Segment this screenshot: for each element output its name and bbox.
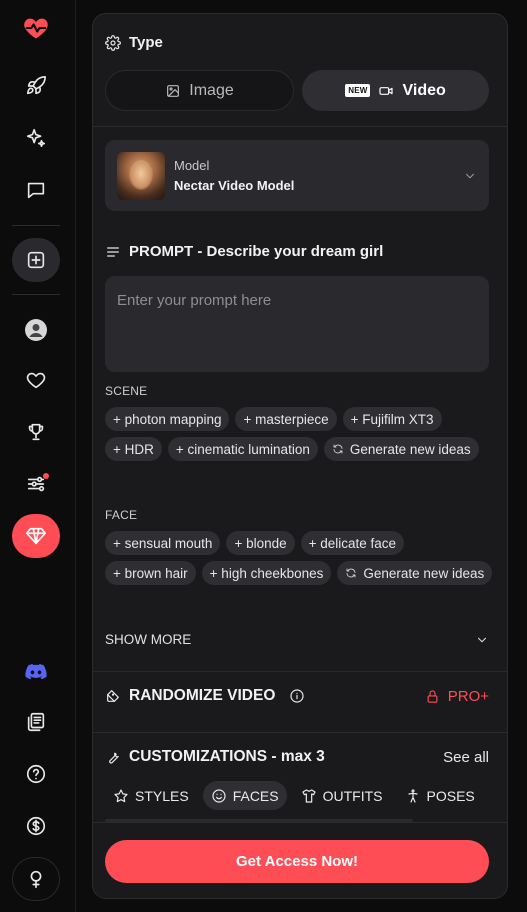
sidebar-rail	[0, 0, 76, 912]
dollar-icon[interactable]	[12, 804, 60, 848]
scroll-peek	[105, 819, 413, 823]
info-icon[interactable]	[289, 688, 305, 704]
premium-diamond-icon[interactable]	[12, 514, 60, 558]
face-chip[interactable]: + delicate face	[300, 531, 405, 555]
rocket-icon[interactable]	[12, 64, 60, 108]
smile-icon	[212, 788, 226, 803]
tab-outfits-label: OUTFITS	[322, 787, 383, 804]
divider	[93, 126, 507, 127]
trophy-icon[interactable]	[12, 410, 60, 454]
generator-panel: Type Image NEW Video Model Nectar Video …	[92, 13, 508, 899]
prompt-title: PROMPT - Describe your dream girl	[129, 243, 384, 260]
scene-label: SCENE	[105, 384, 148, 398]
prompt-input[interactable]	[105, 276, 489, 372]
face-generate-ideas-button[interactable]: Generate new ideas	[337, 561, 493, 585]
scene-generate-label: Generate new ideas	[349, 441, 471, 457]
scene-chip[interactable]: + HDR	[105, 437, 162, 461]
divider	[93, 671, 507, 672]
model-selector[interactable]: Model Nectar Video Model	[105, 140, 489, 211]
help-icon[interactable]	[12, 752, 60, 796]
gallery-icon[interactable]	[12, 700, 60, 744]
notification-dot	[43, 473, 49, 479]
randomize-title: RANDOMIZE VIDEO	[129, 687, 276, 704]
model-label: Model	[174, 158, 210, 173]
shirt-icon	[302, 788, 316, 803]
refresh-icon	[333, 444, 343, 454]
type-section-title: Type	[105, 34, 163, 51]
video-camera-icon	[379, 86, 394, 95]
model-thumbnail	[117, 151, 165, 200]
dice-icon	[107, 690, 119, 702]
face-chip[interactable]: + brown hair	[105, 561, 196, 585]
image-type-button[interactable]: Image	[105, 70, 294, 111]
tab-poses-label: POSES	[426, 787, 475, 804]
show-more-label: SHOW MORE	[105, 632, 192, 647]
video-type-button[interactable]: NEW Video	[302, 70, 489, 111]
tab-faces-label: FACES	[232, 787, 279, 804]
new-badge: NEW	[345, 84, 371, 97]
logo-heart-pulse-icon[interactable]	[12, 6, 60, 50]
tab-poses[interactable]: POSES	[397, 781, 483, 810]
refresh-icon	[346, 568, 356, 578]
lock-icon	[427, 689, 438, 703]
pro-plus-lock[interactable]: PRO+	[425, 688, 489, 705]
randomize-row: RANDOMIZE VIDEO PRO+	[105, 687, 489, 705]
star-icon	[114, 788, 128, 802]
gear-icon	[105, 34, 121, 51]
video-type-label: Video	[402, 81, 446, 99]
face-chips: + sensual mouth + blonde + delicate face…	[105, 531, 495, 585]
person-icon	[407, 788, 418, 803]
divider	[93, 732, 507, 733]
image-type-label: Image	[189, 81, 234, 99]
show-more-toggle[interactable]: SHOW MORE	[105, 632, 489, 647]
wrench-icon	[109, 752, 119, 764]
face-chip[interactable]: + blonde	[226, 531, 295, 555]
type-toggle: Image NEW Video	[105, 70, 489, 111]
scene-chip[interactable]: + photon mapping	[105, 407, 230, 431]
prompt-section-title: PROMPT - Describe your dream girl	[105, 243, 383, 260]
rail-divider	[12, 225, 60, 226]
heart-icon[interactable]	[12, 358, 60, 402]
pro-label: PRO+	[447, 687, 489, 705]
rail-divider	[12, 294, 60, 295]
get-access-button[interactable]: Get Access Now!	[105, 840, 489, 883]
tab-styles-label: STYLES	[135, 787, 189, 804]
discord-icon[interactable]	[12, 650, 60, 694]
tab-styles[interactable]: STYLES	[105, 781, 197, 810]
customizations-title: CUSTOMIZATIONS - max 3	[129, 748, 325, 765]
see-all-link[interactable]: See all	[443, 749, 489, 766]
face-generate-label: Generate new ideas	[363, 565, 485, 581]
customizations-row: CUSTOMIZATIONS - max 3 See all	[105, 748, 489, 766]
tab-outfits[interactable]: OUTFITS	[293, 781, 391, 810]
user-avatar-icon[interactable]	[12, 308, 60, 352]
scene-chip[interactable]: + masterpiece	[235, 407, 337, 431]
type-title: Type	[129, 34, 163, 51]
chat-icon[interactable]	[12, 168, 60, 212]
align-left-icon	[107, 246, 119, 257]
chevron-down-icon	[477, 637, 487, 642]
model-name: Nectar Video Model	[174, 178, 295, 193]
create-add-square-icon[interactable]	[12, 238, 60, 282]
image-icon	[167, 84, 180, 97]
scene-generate-ideas-button[interactable]: Generate new ideas	[323, 437, 479, 461]
scene-chips: + photon mapping + masterpiece + Fujifil…	[105, 407, 495, 461]
face-chip[interactable]: + high cheekbones	[201, 561, 332, 585]
scene-chip[interactable]: + cinematic lumination	[167, 437, 318, 461]
chevron-down-icon	[465, 173, 475, 178]
customization-tabs: STYLES FACES OUTFITS POSES	[105, 781, 483, 810]
face-chip[interactable]: + sensual mouth	[105, 531, 221, 555]
tab-faces[interactable]: FACES	[202, 781, 287, 810]
scene-chip[interactable]: + Fujifilm XT3	[342, 407, 442, 431]
sparkles-icon[interactable]	[12, 116, 60, 160]
sliders-icon[interactable]	[12, 462, 60, 506]
lightbulb-icon[interactable]	[12, 857, 60, 901]
face-label: FACE	[105, 508, 138, 522]
